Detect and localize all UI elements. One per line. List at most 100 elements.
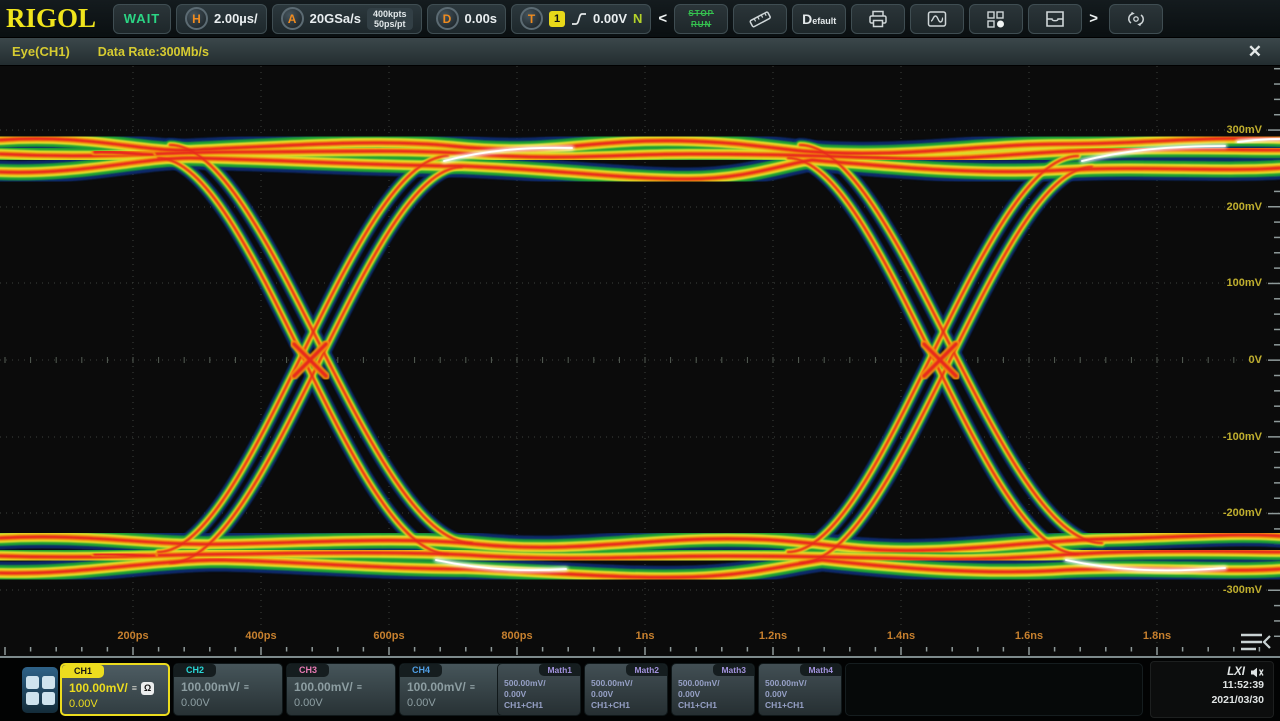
math-offset: 0.00V [498, 689, 580, 700]
math-scale: 500.00mV/ [672, 678, 754, 689]
math-offset: 0.00V [585, 689, 667, 700]
math-expression: CH1+CH1 [672, 700, 754, 711]
math-scale: 500.00mV/ [585, 678, 667, 689]
plot-menu-icon[interactable] [1240, 632, 1272, 652]
math-tab-1: Math1 [539, 664, 580, 676]
message-area [845, 663, 1143, 716]
save-button[interactable] [1028, 4, 1082, 34]
x-tick-label: 600ps [373, 630, 404, 642]
channel-panel-ch3[interactable]: CH3 100.00mV/ ≡ 0.00V [286, 663, 396, 716]
math-panel-2[interactable]: Math2 500.00mV/ 0.00V CH1+CH1 [584, 663, 668, 716]
horizontal-scale: 2.00µs/ [214, 11, 258, 26]
math-scale: 500.00mV/ [759, 678, 841, 689]
top-toolbar: RIGOL WAIT H 2.00µs/ A 20GSa/s 400kpts 5… [0, 0, 1280, 38]
delay-control[interactable]: D 0.00s [427, 4, 507, 34]
bw-limit-icon: ≡ [357, 683, 362, 691]
impedance-omega-icon: Ω [141, 682, 154, 695]
run-stop-button[interactable]: STOP RUN [674, 4, 728, 34]
math-offset: 0.00V [759, 689, 841, 700]
delay-knob-icon: D [436, 7, 459, 30]
trigger-level: 0.00V [593, 11, 627, 26]
bottom-status-bar: CH1 100.00mV/ ≡ Ω 0.00V CH2 100.00mV/ ≡ … [0, 658, 1280, 721]
record-grid-button[interactable] [969, 4, 1023, 34]
math-panel-3[interactable]: Math3 500.00mV/ 0.00V CH1+CH1 [671, 663, 755, 716]
default-button[interactable]: Default [792, 4, 846, 34]
eye-diagram-plot[interactable]: 200ps 400ps 600ps 800ps 1ns 1.2ns 1.4ns 1.6ns 1.… [0, 66, 1280, 658]
trigger-mode: N [633, 11, 642, 26]
x-tick-label: 1ns [636, 630, 655, 642]
y-tick-label: -300mV [1223, 584, 1262, 596]
math-tab-2: Math2 [626, 664, 667, 676]
y-tick-label: -200mV [1223, 507, 1262, 519]
math-expression: CH1+CH1 [498, 700, 580, 711]
printer-icon [867, 9, 889, 29]
channel-panel-ch4[interactable]: CH4 100.00mV/ ≡ 0.00V [399, 663, 509, 716]
bw-limit-icon: ≡ [132, 684, 137, 692]
screenshot-icon [926, 9, 948, 29]
channel-tab-ch3: CH3 [287, 664, 329, 677]
acquisition-status: WAIT [124, 11, 161, 26]
x-tick-label: 400ps [245, 630, 276, 642]
expand-toolbar-icon[interactable]: > [1087, 10, 1100, 27]
record-grid-icon [985, 9, 1007, 29]
x-tick-label: 1.4ns [887, 630, 915, 642]
x-tick-label: 200ps [117, 630, 148, 642]
trigger-source-badge: 1 [549, 11, 565, 27]
channel-scale: 100.00mV/ [69, 681, 128, 695]
channel-panel-ch2[interactable]: CH2 100.00mV/ ≡ 0.00V [173, 663, 283, 716]
x-tick-label: 800ps [501, 630, 532, 642]
screenshot-button[interactable] [910, 4, 964, 34]
refresh-button[interactable] [1109, 4, 1163, 34]
x-tick-label: 1.2ns [759, 630, 787, 642]
channel-tab-ch2: CH2 [174, 664, 216, 677]
y-tick-label: -100mV [1223, 431, 1262, 443]
acquisition-status-button[interactable]: WAIT [113, 4, 171, 34]
math-panel-4[interactable]: Math4 500.00mV/ 0.00V CH1+CH1 [758, 663, 842, 716]
x-tick-label: 1.8ns [1143, 630, 1171, 642]
system-info-panel[interactable]: LXI 11:52:39 2021/03/30 [1150, 661, 1274, 718]
measure-ruler-icon [747, 9, 773, 29]
close-icon[interactable]: ✕ [1248, 42, 1268, 62]
eye-panel-title: Eye(CH1) [12, 44, 70, 59]
y-tick-label: 300mV [1227, 124, 1262, 136]
acquire-control[interactable]: A 20GSa/s 400kpts 50ps/pt [272, 4, 422, 34]
y-tick-label: 200mV [1227, 201, 1262, 213]
channel-scale: 100.00mV/ [294, 680, 353, 694]
y-tick-label: 100mV [1227, 277, 1262, 289]
channel-scale: 100.00mV/ [407, 680, 466, 694]
horizontal-knob-icon: H [185, 7, 208, 30]
channel-offset: 0.00V [174, 697, 282, 709]
system-time: 11:52:39 [1151, 678, 1264, 693]
eye-diagram-waveform [0, 66, 1280, 658]
trigger-knob-icon: T [520, 7, 543, 30]
channel-scale: 100.00mV/ [181, 680, 240, 694]
channel-offset: 0.00V [62, 698, 168, 710]
bw-limit-icon: ≡ [470, 683, 475, 691]
trigger-control[interactable]: T 1 0.00V N [511, 4, 651, 34]
memory-depth: 400kpts 50ps/pt [367, 8, 413, 30]
bw-limit-icon: ≡ [244, 683, 249, 691]
math-expression: CH1+CH1 [585, 700, 667, 711]
x-tick-label: 1.6ns [1015, 630, 1043, 642]
measure-button[interactable] [733, 4, 787, 34]
channel-tab-ch1: CH1 [62, 665, 104, 678]
menu-grid-button[interactable] [22, 667, 58, 713]
system-date: 2021/03/30 [1151, 693, 1264, 708]
collapse-toolbar-icon[interactable]: < [656, 10, 669, 27]
math-expression: CH1+CH1 [759, 700, 841, 711]
speaker-muted-icon [1250, 667, 1264, 678]
acquire-knob-icon: A [281, 7, 304, 30]
channel-tab-ch4: CH4 [400, 664, 442, 677]
horizontal-control[interactable]: H 2.00µs/ [176, 4, 267, 34]
auto-refresh-icon [1124, 9, 1148, 29]
delay-value: 0.00s [465, 11, 498, 26]
math-scale: 500.00mV/ [498, 678, 580, 689]
y-tick-label: 0V [1249, 354, 1262, 366]
channel-offset: 0.00V [400, 697, 508, 709]
print-button[interactable] [851, 4, 905, 34]
channel-panel-ch1[interactable]: CH1 100.00mV/ ≡ Ω 0.00V [60, 663, 170, 716]
rising-edge-icon [571, 11, 587, 27]
math-offset: 0.00V [672, 689, 754, 700]
channel-offset: 0.00V [287, 697, 395, 709]
math-panel-1[interactable]: Math1 500.00mV/ 0.00V CH1+CH1 [497, 663, 581, 716]
